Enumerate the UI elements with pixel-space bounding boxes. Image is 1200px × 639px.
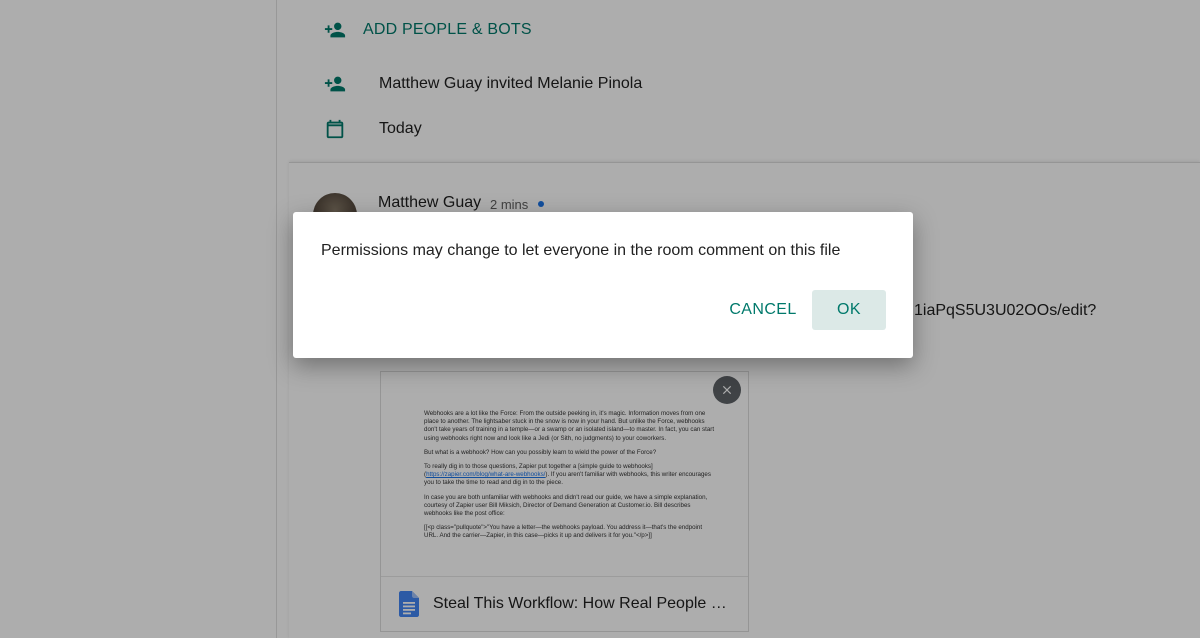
permissions-dialog: Permissions may change to let everyone i…: [293, 212, 913, 358]
cancel-button[interactable]: CANCEL: [723, 290, 803, 330]
ok-button[interactable]: OK: [812, 290, 886, 330]
dialog-message: Permissions may change to let everyone i…: [321, 242, 841, 259]
